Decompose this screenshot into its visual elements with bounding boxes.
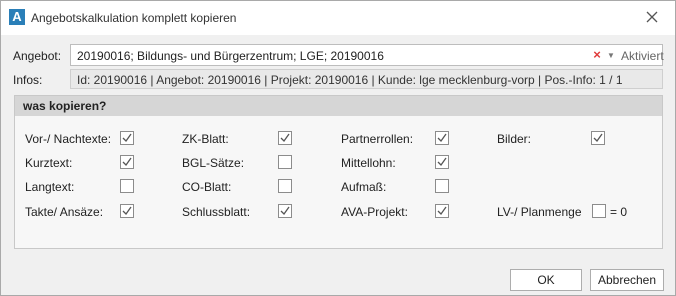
option-label-langtext: Langtext: [25, 180, 75, 194]
angebot-status: Aktiviert [621, 49, 664, 63]
infos-value: Id: 20190016 | Angebot: 20190016 | Proje… [77, 73, 623, 87]
option-label-ava-projekt: AVA-Projekt: [341, 205, 408, 219]
infos-field: Id: 20190016 | Angebot: 20190016 | Proje… [70, 69, 663, 89]
option-label-bilder: Bilder: [497, 132, 532, 146]
checkbox-zk-blatt[interactable] [278, 131, 292, 145]
option-label-lv-planmenge: LV-/ Planmenge [497, 205, 582, 219]
check-icon [122, 206, 132, 216]
app-icon: A [9, 9, 25, 25]
checkbox-co-blatt[interactable] [278, 179, 292, 193]
ok-button[interactable]: OK [510, 269, 582, 291]
check-icon [280, 206, 290, 216]
checkbox-vor-nachtexte[interactable] [120, 131, 134, 145]
option-label-aufmass: Aufmaß: [341, 180, 387, 194]
checkbox-mittellohn[interactable] [435, 155, 449, 169]
checkbox-takte-ansaeze[interactable] [120, 204, 134, 218]
checkbox-schlussblatt[interactable] [278, 204, 292, 218]
close-icon [646, 11, 658, 23]
cancel-button[interactable]: Abbrechen [590, 269, 664, 291]
check-icon [122, 157, 132, 167]
angebot-value[interactable]: 20190016; Bildungs- und Bürgerzentrum; L… [77, 49, 384, 63]
infos-label: Infos: [13, 73, 43, 87]
option-label-bgl-saetze: BGL-Sätze: [182, 156, 245, 170]
checkbox-bgl-saetze[interactable] [278, 155, 292, 169]
checkbox-partnerrollen[interactable] [435, 131, 449, 145]
checkbox-ava-projekt[interactable] [435, 204, 449, 218]
option-label-schlussblatt: Schlussblatt: [182, 205, 251, 219]
option-label-zk-blatt: ZK-Blatt: [182, 132, 229, 146]
checkbox-kurztext[interactable] [120, 155, 134, 169]
close-button[interactable] [644, 9, 660, 25]
option-label-kurztext: Kurztext: [25, 156, 73, 170]
checkbox-langtext[interactable] [120, 179, 134, 193]
check-icon [122, 133, 132, 143]
copy-options-group: was kopieren? Vor-/ Nachtexte: ZK-Blatt:… [14, 95, 663, 249]
angebot-label: Angebot: [13, 49, 62, 63]
checkbox-aufmass[interactable] [435, 179, 449, 193]
option-label-co-blatt: CO-Blatt: [182, 180, 232, 194]
chevron-down-icon[interactable]: ▼ [606, 49, 616, 63]
option-label-vor-nachtexte: Vor-/ Nachtexte: [25, 132, 112, 146]
check-icon [437, 206, 447, 216]
window-title: Angebotskalkulation komplett kopieren [31, 11, 237, 25]
group-title: was kopieren? [23, 99, 107, 113]
check-icon [437, 133, 447, 143]
planmenge-suffix: = 0 [610, 205, 628, 219]
dialog-window: A Angebotskalkulation komplett kopieren … [0, 0, 676, 296]
group-header: was kopieren? [15, 96, 662, 116]
checkbox-bilder[interactable] [591, 131, 605, 145]
clear-icon[interactable]: × [591, 48, 603, 62]
option-label-mittellohn: Mittellohn: [341, 156, 396, 170]
angebot-combobox[interactable]: 20190016; Bildungs- und Bürgerzentrum; L… [70, 44, 664, 66]
title-bar: A Angebotskalkulation komplett kopieren [1, 1, 675, 35]
check-icon [593, 133, 603, 143]
option-label-takte-ansaeze: Takte/ Ansäze: [25, 205, 104, 219]
check-icon [280, 133, 290, 143]
check-icon [437, 157, 447, 167]
option-label-partnerrollen: Partnerrollen: [341, 132, 414, 146]
checkbox-lv-planmenge[interactable] [592, 204, 606, 218]
